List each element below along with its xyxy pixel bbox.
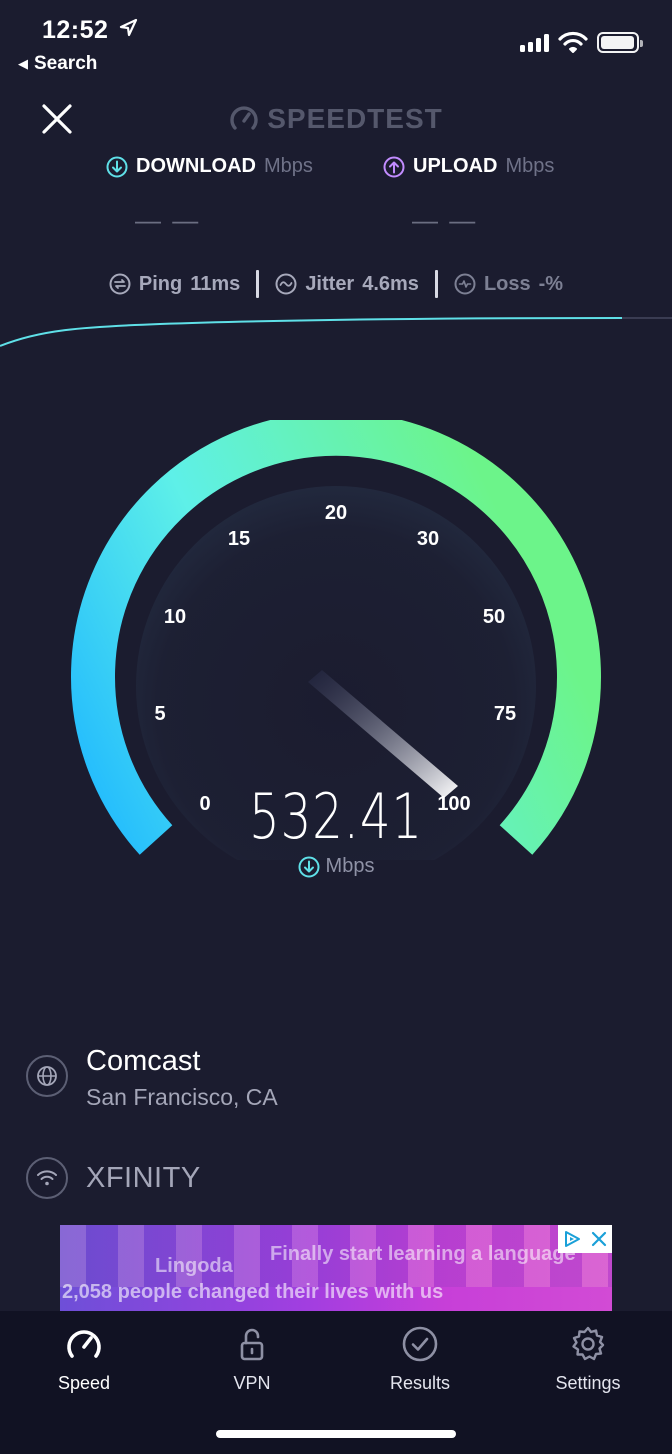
gauge-tick-75: 75 (494, 703, 516, 725)
upload-header: UPLOAD Mbps (383, 155, 554, 178)
server-location: San Francisco, CA (86, 1084, 278, 1110)
gear-icon (572, 1326, 605, 1361)
server-info[interactable]: Comcast San Francisco, CA (26, 1045, 278, 1111)
gauge-tick-30: 30 (417, 528, 439, 550)
download-header: DOWNLOAD Mbps (106, 155, 313, 178)
gauge-tick-5: 5 (154, 703, 165, 725)
status-time: 12:52 (42, 16, 109, 44)
ad-close-icon[interactable] (590, 1230, 608, 1248)
tab-settings-label: Settings (555, 1373, 621, 1393)
ping-stat: Ping 11ms (93, 273, 256, 296)
network-info[interactable]: XFINITY (26, 1157, 201, 1199)
upload-label: UPLOAD (413, 155, 498, 177)
speedtest-logo: SPEEDTEST (0, 103, 672, 135)
jitter-label: Jitter (305, 272, 355, 295)
ad-brand: Lingoda (155, 1255, 233, 1277)
tab-results[interactable]: Results (360, 1325, 480, 1394)
gauge-tick-15: 15 (228, 528, 250, 550)
speedtest-gauge-icon (230, 106, 258, 130)
upload-unit: Mbps (505, 155, 555, 177)
jitter-icon (275, 273, 297, 295)
gauge-tick-20: 20 (325, 502, 347, 524)
ping-label: Ping (138, 272, 183, 295)
ping-value: 11ms (190, 272, 241, 295)
download-arrow-icon (298, 856, 320, 877)
tab-speed-label: Speed (57, 1373, 111, 1393)
brand-name: SPEEDTEST (267, 103, 443, 134)
wifi-status-icon (558, 31, 588, 53)
cellular-signal-icon (520, 32, 549, 52)
ad-subline: 2,058 people changed their lives with us (62, 1281, 444, 1303)
latency-stats: Ping 11ms Jitter 4.6ms Loss -% (0, 270, 672, 298)
tab-speed[interactable]: Speed (24, 1325, 144, 1394)
network-name: XFINITY (86, 1161, 201, 1194)
ping-icon (109, 273, 131, 295)
current-speed: 532.41 (249, 780, 423, 853)
unlock-icon (240, 1328, 264, 1361)
upload-arrow-icon (383, 156, 405, 177)
download-arrow-icon (106, 156, 128, 177)
jitter-stat: Jitter 4.6ms (259, 273, 435, 296)
gauge-tick-10: 10 (164, 606, 186, 628)
back-triangle-icon: ◀ (18, 56, 28, 71)
graph-line (0, 317, 623, 347)
tab-results-label: Results (389, 1373, 451, 1393)
loss-label: Loss (483, 272, 531, 295)
isp-name: Comcast (86, 1045, 201, 1077)
back-label: Search (34, 53, 98, 74)
loss-icon (454, 273, 476, 295)
current-speed-unit: Mbps (0, 855, 672, 878)
globe-icon (26, 1055, 68, 1097)
check-circle-icon (402, 1326, 438, 1362)
download-label: DOWNLOAD (136, 155, 256, 177)
ad-choices[interactable] (558, 1225, 612, 1253)
tab-vpn-label: VPN (233, 1373, 271, 1393)
back-to-search-button[interactable]: ◀ Search (18, 53, 97, 75)
gauge-tick-50: 50 (483, 606, 505, 628)
ad-choices-icon[interactable] (562, 1229, 582, 1249)
jitter-value: 4.6ms (362, 272, 419, 295)
speed-unit-label: Mbps (325, 855, 375, 877)
tab-vpn[interactable]: VPN (192, 1325, 312, 1394)
speedometer-icon (67, 1330, 101, 1358)
ad-banner[interactable]: Lingoda Finally start learning a languag… (60, 1225, 612, 1311)
download-unit: Mbps (263, 155, 313, 177)
upload-value: — — (412, 205, 478, 235)
loss-value: -% (538, 272, 564, 295)
ad-headline: Finally start learning a language (270, 1243, 576, 1265)
loss-stat: Loss -% (438, 273, 579, 296)
home-indicator[interactable] (216, 1430, 456, 1438)
download-value: — — (135, 205, 201, 235)
tab-settings[interactable]: Settings (528, 1325, 648, 1394)
battery-icon (597, 32, 643, 53)
speed-graph (0, 317, 672, 347)
location-arrow-icon (119, 18, 138, 37)
wifi-icon (26, 1157, 68, 1199)
